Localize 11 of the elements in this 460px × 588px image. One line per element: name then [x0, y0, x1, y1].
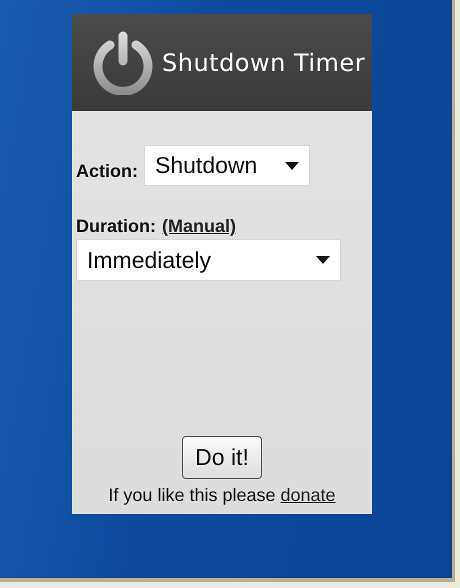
dropdown-value: Shutdown	[155, 152, 258, 179]
dropdown-value: Immediately	[87, 246, 211, 274]
app-title: Shutdown Timer	[162, 48, 366, 76]
donate-note: If you like this please donate	[107, 485, 337, 506]
duration-dropdown[interactable]: Immediately	[76, 239, 341, 281]
donate-link[interactable]: donate	[280, 485, 336, 505]
do-it-button[interactable]: Do it!	[182, 436, 262, 479]
duration-label: Duration:	[76, 216, 156, 237]
action-dropdown[interactable]: Shutdown	[144, 145, 310, 186]
manual-link[interactable]: (Manual)	[162, 216, 236, 237]
action-label: Action:	[76, 161, 138, 183]
